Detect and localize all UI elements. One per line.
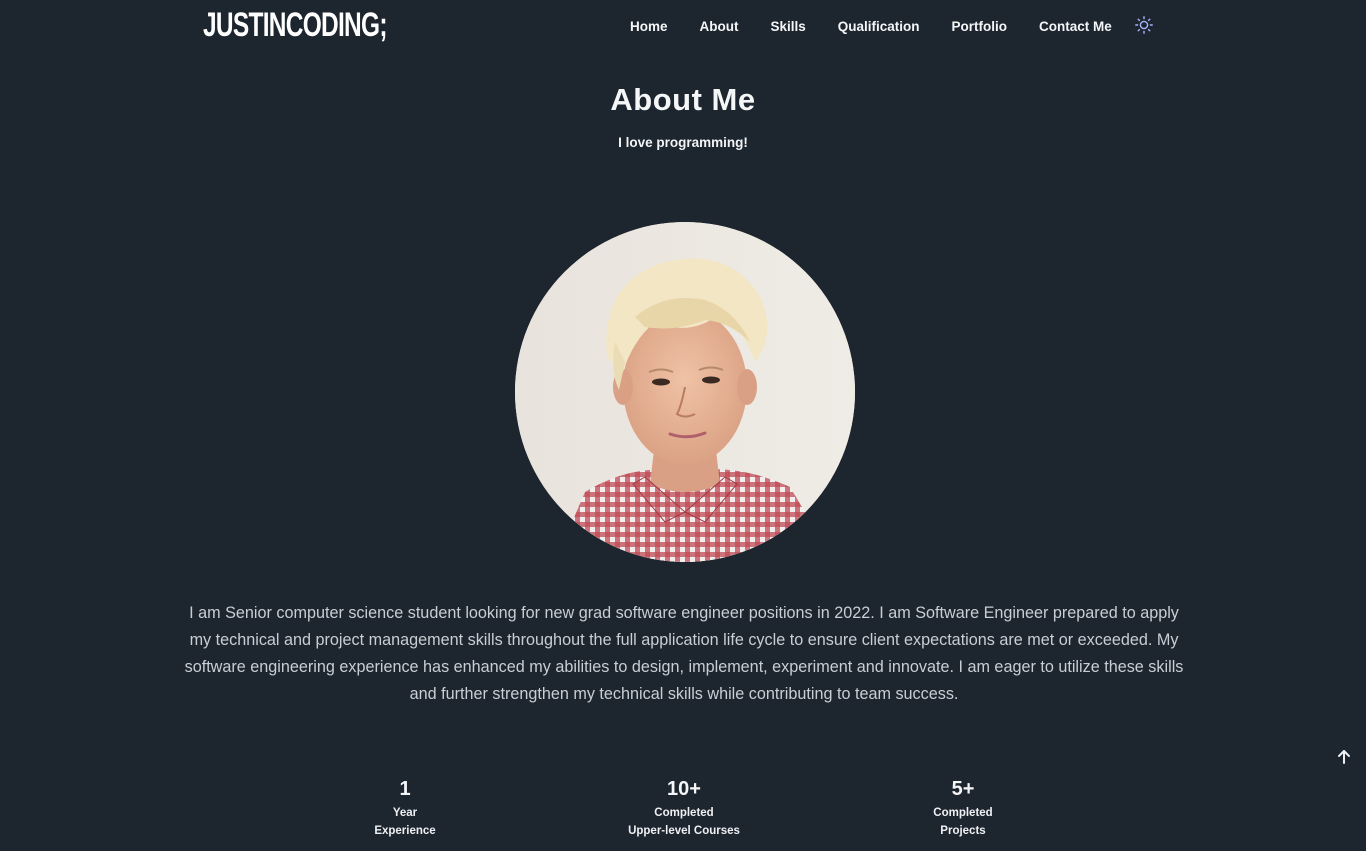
logo[interactable]: JUSTINCODING; [203, 6, 387, 45]
nav-contact[interactable]: Contact Me [1039, 18, 1112, 36]
header: JUSTINCODING; Home About Skills Qualific… [0, 0, 1366, 56]
stat-label-line1: Year [392, 807, 418, 819]
sun-icon[interactable] [1135, 16, 1153, 34]
main-nav: Home About Skills Qualification Portfoli… [630, 18, 1144, 36]
stat-label-line1: Completed [654, 807, 714, 819]
nav-qualification[interactable]: Qualification [838, 18, 920, 36]
stat-number: 10+ [667, 778, 701, 800]
nav-about[interactable]: About [700, 18, 739, 36]
nav-portfolio[interactable]: Portfolio [952, 18, 1008, 36]
arrow-up-icon[interactable] [1335, 748, 1353, 766]
stat-projects: 5+ Completed Projects [863, 776, 1063, 840]
section-title: About Me [610, 82, 756, 117]
nav-home[interactable]: Home [630, 18, 668, 36]
stat-number: 1 [399, 778, 411, 800]
stat-label-line1: Completed [933, 807, 993, 819]
stat-label-line2: Experience [374, 825, 436, 837]
stat-label-line2: Projects [940, 825, 986, 837]
about-description: I am Senior computer science student loo… [184, 604, 1184, 703]
nav-skills[interactable]: Skills [771, 18, 806, 36]
stat-experience: 1 Year Experience [305, 776, 505, 840]
stat-courses: 10+ Completed Upper-level Courses [584, 776, 784, 840]
stat-number: 5+ [951, 778, 975, 800]
stat-label-line2: Upper-level Courses [628, 825, 740, 837]
profile-photo [515, 222, 855, 562]
section-subtitle: I love programming! [618, 135, 748, 150]
